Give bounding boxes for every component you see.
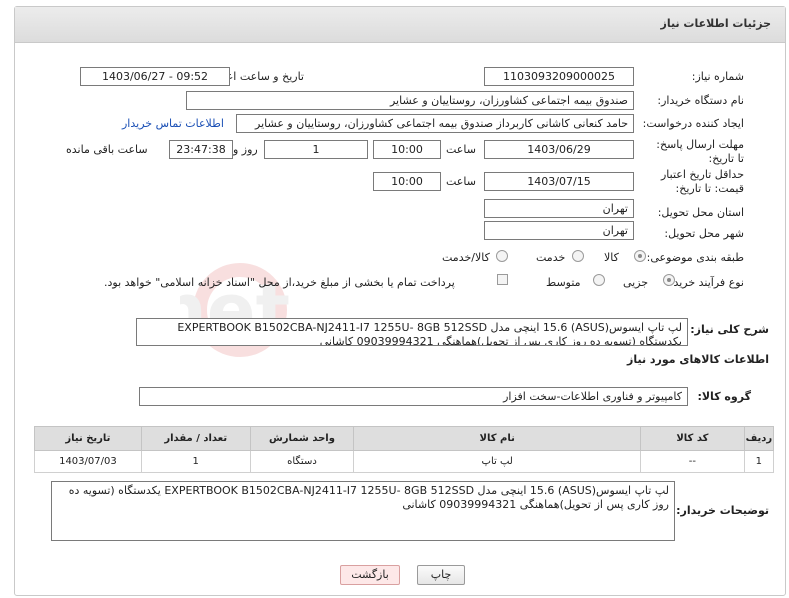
cell-name: لپ تاپ xyxy=(353,450,642,473)
validity-date-field: 1403/07/15 xyxy=(484,172,634,191)
goods-table-header: ردیف کد کالا نام کالا واحد شمارش تعداد /… xyxy=(34,426,775,451)
col-date: تاریخ نیاز xyxy=(34,426,142,451)
summary-line-1: لپ تاپ ایسوس(ASUS) 15.6 اینچی مدل EXPERT… xyxy=(177,321,682,334)
remaining-label: ساعت باقی مانده xyxy=(66,143,148,156)
days-field: 1 xyxy=(264,140,368,159)
col-name: نام کالا xyxy=(353,426,642,451)
panel-header: جزئیات اطلاعات نیاز xyxy=(15,7,785,43)
category-radio-service[interactable] xyxy=(572,250,584,262)
category-radio-goods[interactable] xyxy=(634,250,646,262)
validity-label: حداقل تاریخ اعتبار قیمت: تا تاریخ: xyxy=(660,168,744,195)
goods-section-title: اطلاعات کالاهای مورد نیاز xyxy=(627,353,769,366)
summary-label: شرح کلی نیاز: xyxy=(690,323,769,336)
process-option-minor: جزیی xyxy=(623,276,649,289)
cell-date: 1403/07/03 xyxy=(34,450,142,473)
buyer-field: صندوق بیمه اجتماعی کشاورزان، روستاییان و… xyxy=(186,91,634,110)
col-qty: تعداد / مقدار xyxy=(140,426,251,451)
category-option-goods: کالا xyxy=(604,251,619,264)
remaining-time-field: 23:47:38 xyxy=(169,140,233,159)
back-button[interactable]: بازگشت xyxy=(340,565,400,585)
col-unit: واحد شمارش xyxy=(249,426,355,451)
reply-date-field: 1403/06/29 xyxy=(484,140,634,159)
need-number-field: 1103093209000025 xyxy=(484,67,634,86)
print-button[interactable]: چاپ xyxy=(417,565,465,585)
treasury-payment-note: پرداخت تمام یا بخشی از مبلغ خرید،از محل … xyxy=(104,276,455,289)
creator-field: حامد کنعانی کاشانی کاربرداز صندوق بیمه ا… xyxy=(236,114,634,133)
need-number-label: شماره نیاز: xyxy=(691,70,744,83)
cell-unit: دستگاه xyxy=(249,450,355,473)
province-field: تهران xyxy=(484,199,634,218)
treasury-payment-checkbox[interactable] xyxy=(497,274,508,285)
validity-time-field: 10:00 xyxy=(373,172,441,191)
cell-index: 1 xyxy=(743,450,775,473)
city-field: تهران xyxy=(484,221,634,240)
city-label: شهر محل تحویل: xyxy=(664,227,744,240)
cell-qty: 1 xyxy=(140,450,251,473)
days-label: روز و xyxy=(233,143,258,156)
category-label: طبقه بندی موضوعی: xyxy=(646,251,744,264)
province-label: استان محل تحویل: xyxy=(657,206,744,219)
announce-datetime-field: 1403/06/27 - 09:52 xyxy=(80,67,230,86)
category-option-service: خدمت xyxy=(536,251,566,264)
category-option-goods-service: کالا/خدمت xyxy=(442,251,490,264)
process-label: نوع فرآیند خرید : xyxy=(666,276,744,289)
reply-deadline-label: مهلت ارسال پاسخ: تا تاریخ: xyxy=(656,138,744,165)
validity-time-label: ساعت xyxy=(446,175,476,188)
page-title: جزئیات اطلاعات نیاز xyxy=(660,17,772,30)
reply-time-label: ساعت xyxy=(446,143,476,156)
buyer-notes-field: لپ تاپ ایسوس(ASUS) 15.6 اینچی مدل EXPERT… xyxy=(51,481,675,541)
goods-group-field: کامپیوتر و فناوری اطلاعات-سخت افزار xyxy=(139,387,688,406)
summary-field: لپ تاپ ایسوس(ASUS) 15.6 اینچی مدل EXPERT… xyxy=(136,318,688,346)
category-radio-goods-service[interactable] xyxy=(496,250,508,262)
summary-line-2: یکدستگاه (تسویه ده روز کاری پس از تحویل)… xyxy=(319,335,682,346)
creator-label: ایجاد کننده درخواست: xyxy=(642,117,744,130)
goods-group-label: گروه کالا: xyxy=(697,390,751,403)
cell-code: -- xyxy=(640,450,745,473)
col-index: ردیف xyxy=(743,426,775,451)
buyer-contact-link[interactable]: اطلاعات تماس خریدار xyxy=(122,117,224,130)
goods-table: ردیف کد کالا نام کالا واحد شمارش تعداد /… xyxy=(34,426,775,473)
process-option-medium: متوسط xyxy=(546,276,581,289)
col-code: کد کالا xyxy=(640,426,745,451)
buyer-notes-label: توضیحات خریدار: xyxy=(676,504,769,517)
process-radio-minor[interactable] xyxy=(663,274,675,286)
process-radio-medium[interactable] xyxy=(593,274,605,286)
table-row: 1 -- لپ تاپ دستگاه 1 1403/07/03 xyxy=(34,450,775,473)
buyer-label: نام دستگاه خریدار: xyxy=(657,94,744,107)
reply-time-field: 10:00 xyxy=(373,140,441,159)
